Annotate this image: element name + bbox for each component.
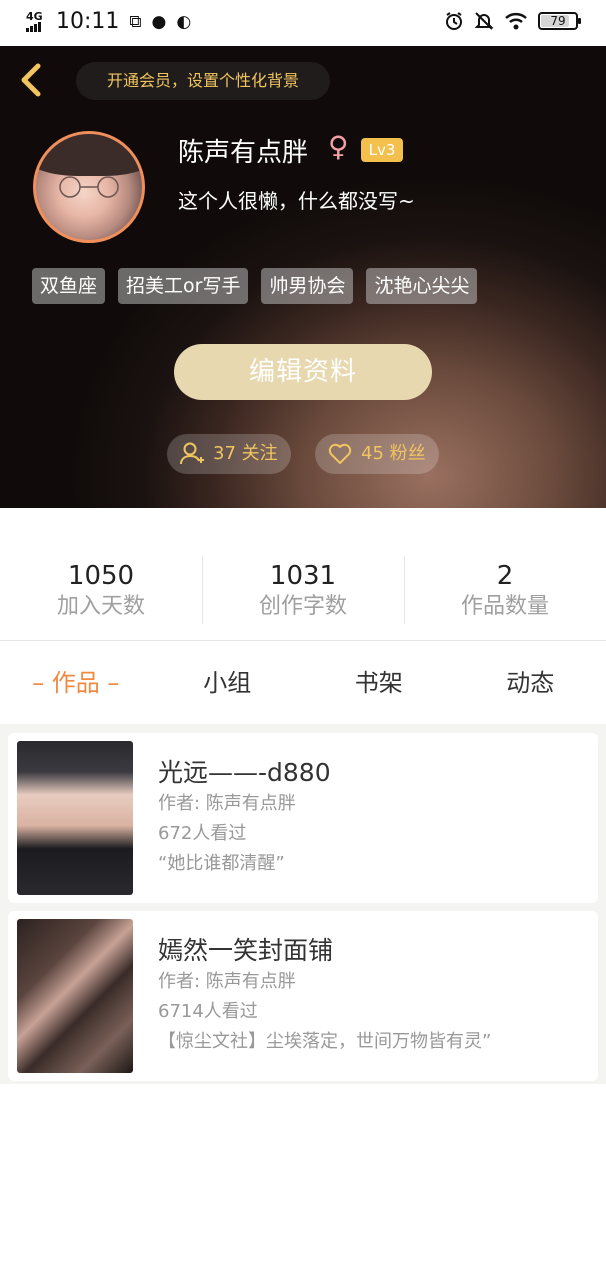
edit-profile-button[interactable]: 编辑资料 — [174, 344, 432, 400]
profile-header: 开通会员，设置个性化背景 陈声有点胖 ♀ Lv3 这个人很懒，什么都没写~ 双鱼… — [0, 46, 606, 508]
work-views: 6714人看过 — [158, 1001, 258, 1022]
stats-row: 1050 加入天数 1031 创作字数 2 作品数量 — [0, 508, 606, 641]
works-list: 光远——-d880 作者: 陈声有点胖 672人看过 “她比谁都清醒” 嫣然一笑… — [0, 724, 606, 1084]
stat-label: 加入天数 — [56, 594, 145, 619]
heart-icon — [328, 443, 352, 464]
avatar[interactable] — [33, 131, 145, 243]
clock: 10:11 — [56, 9, 120, 34]
stat-label: 作品数量 — [460, 594, 549, 619]
status-bar: 4G 10:11 ⧉ ● ◐ 79 — [0, 0, 606, 46]
work-title: 光远——-d880 — [158, 758, 331, 787]
status-right: 79 — [444, 11, 581, 31]
battery-percent: 79 — [550, 14, 566, 28]
tag-item[interactable]: 沈艳心尖尖 — [366, 268, 478, 304]
mute-icon — [474, 11, 494, 31]
browser-icon: ◐ — [176, 11, 192, 32]
list-item[interactable]: 光远——-d880 作者: 陈声有点胖 672人看过 “她比谁都清醒” — [8, 733, 598, 903]
alarm-icon — [444, 11, 464, 31]
work-quote: “她比谁都清醒” — [158, 853, 285, 874]
work-quote: 【惊尘文社】尘埃落定，世间万物皆有灵” — [158, 1031, 492, 1052]
tab-bookshelf[interactable]: 书架 — [303, 642, 455, 724]
signal-icon — [26, 21, 50, 32]
stat-value: 2 — [496, 561, 514, 591]
cover-image — [17, 919, 133, 1073]
user-add-icon — [180, 442, 204, 465]
status-left: 4G 10:11 ⧉ ● ◐ — [26, 9, 191, 34]
following-label: 37 关注 — [213, 443, 278, 464]
qq-icon: ● — [151, 11, 167, 32]
fans-button[interactable]: 45 粉丝 — [315, 434, 439, 474]
stat-works: 2 作品数量 — [404, 508, 606, 640]
following-button[interactable]: 37 关注 — [167, 434, 291, 474]
back-button[interactable] — [14, 60, 50, 100]
signature: 这个人很懒，什么都没写~ — [178, 189, 415, 213]
tag-item[interactable]: 双鱼座 — [32, 268, 106, 304]
avatar-hair — [36, 134, 142, 176]
screenshot-icon: ⧉ — [129, 11, 142, 32]
chevron-left-icon — [21, 63, 41, 97]
battery-icon: 79 — [538, 12, 581, 30]
cover-image — [17, 741, 133, 895]
vip-background-prompt[interactable]: 开通会员，设置个性化背景 — [76, 62, 330, 100]
avatar-glasses — [59, 176, 119, 198]
work-views: 672人看过 — [158, 823, 247, 844]
stat-value: 1050 — [67, 561, 135, 591]
network-type: 4G — [26, 9, 43, 23]
fans-label: 45 粉丝 — [361, 443, 426, 464]
work-title: 嫣然一笑封面铺 — [158, 936, 334, 965]
stat-value: 1031 — [269, 561, 337, 591]
female-icon: ♀ — [328, 130, 349, 163]
tag-item[interactable]: 帅男协会 — [261, 268, 354, 304]
work-author: 作者: 陈声有点胖 — [158, 971, 296, 992]
stat-words: 1031 创作字数 — [202, 508, 404, 640]
tab-activity[interactable]: 动态 — [455, 642, 606, 724]
network-indicator: 4G — [26, 9, 50, 32]
tag-list: 双鱼座 招美工or写手 帅男协会 沈艳心尖尖 — [32, 268, 478, 304]
nickname: 陈声有点胖 — [178, 138, 309, 168]
list-item[interactable]: 嫣然一笑封面铺 作者: 陈声有点胖 6714人看过 【惊尘文社】尘埃落定，世间万… — [8, 911, 598, 1081]
tag-item[interactable]: 招美工or写手 — [118, 268, 249, 304]
tab-groups[interactable]: 小组 — [152, 642, 304, 724]
tab-bar: – 作品 – 小组 书架 动态 — [0, 642, 606, 724]
work-author: 作者: 陈声有点胖 — [158, 793, 296, 814]
stat-label: 创作字数 — [258, 594, 347, 619]
wifi-icon — [504, 11, 528, 31]
level-badge: Lv3 — [361, 138, 403, 162]
tab-works[interactable]: – 作品 – — [0, 642, 152, 724]
stat-days: 1050 加入天数 — [0, 508, 202, 640]
